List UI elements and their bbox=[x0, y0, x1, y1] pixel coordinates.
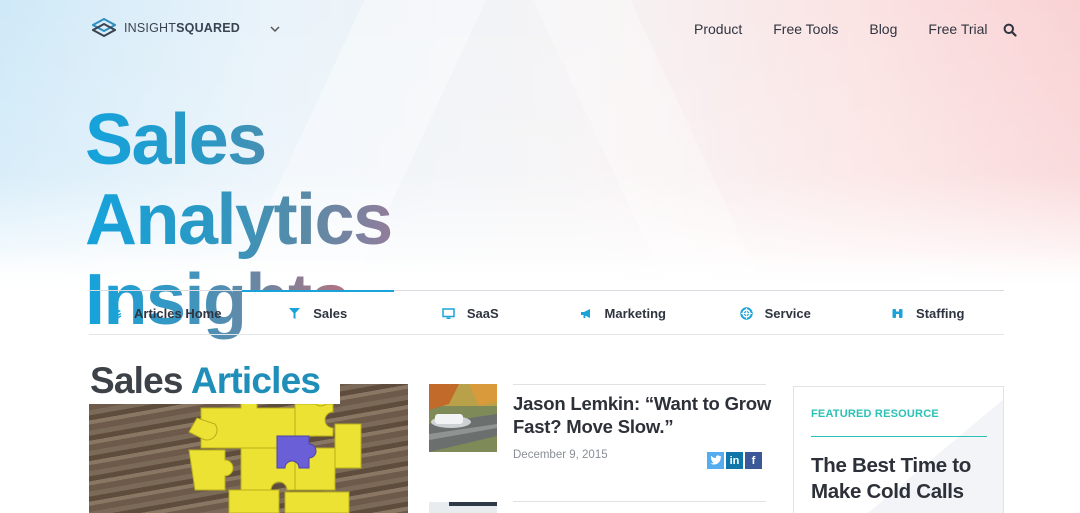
article-thumbnail[interactable] bbox=[429, 384, 497, 452]
tab-articles-home[interactable]: Articles Home bbox=[89, 291, 242, 335]
section-title-part-1: Sales bbox=[90, 360, 184, 401]
tab-label: Marketing bbox=[604, 305, 666, 321]
headline-line-1: Sales Analytics bbox=[85, 100, 575, 260]
article-thumbnail-2[interactable] bbox=[429, 501, 497, 513]
thumbnail-photo-illustration bbox=[429, 502, 497, 513]
section-title: Sales Articles bbox=[89, 358, 341, 404]
tab-label: Articles Home bbox=[134, 305, 222, 321]
chevron-down-icon[interactable] bbox=[268, 22, 282, 36]
tab-marketing[interactable]: Marketing bbox=[547, 291, 700, 335]
monitor-icon bbox=[442, 307, 455, 319]
tab-staffing[interactable]: Staffing bbox=[852, 291, 1005, 335]
tab-saas[interactable]: SaaS bbox=[394, 291, 547, 335]
logo-mark-icon bbox=[92, 18, 116, 38]
funnel-icon bbox=[289, 307, 301, 319]
tab-label: Sales bbox=[313, 305, 348, 321]
twitter-icon[interactable] bbox=[707, 452, 724, 469]
search-icon[interactable] bbox=[1003, 23, 1017, 37]
linkedin-icon[interactable]: in bbox=[726, 452, 743, 469]
featured-resource-divider bbox=[811, 436, 987, 437]
featured-resource-title[interactable]: The Best Time to Make Cold Calls bbox=[811, 453, 996, 505]
featured-resource-label: FEATURED RESOURCE bbox=[811, 408, 939, 420]
layers-icon bbox=[109, 307, 122, 320]
section-title-part-2: Articles bbox=[190, 360, 321, 401]
nav-free-tools[interactable]: Free Tools bbox=[773, 20, 838, 38]
nav-free-trial[interactable]: Free Trial bbox=[928, 20, 987, 38]
logo-text: INSIGHTSQUARED bbox=[124, 21, 241, 35]
binoculars-icon bbox=[892, 308, 903, 318]
article-divider bbox=[513, 384, 766, 385]
twitter-bird-glyph bbox=[710, 455, 721, 465]
megaphone-icon bbox=[580, 308, 590, 318]
share-buttons: in f bbox=[707, 452, 762, 469]
article-date: December 9, 2015 bbox=[513, 449, 608, 461]
tab-label: Staffing bbox=[916, 305, 965, 321]
featured-resource-card[interactable]: FEATURED RESOURCE The Best Time to Make … bbox=[793, 386, 1004, 513]
tab-label: SaaS bbox=[466, 305, 499, 321]
category-tabs: Articles Home Sales SaaS Marketing Servi… bbox=[89, 290, 1004, 335]
nav-product[interactable]: Product bbox=[694, 20, 742, 38]
article-title[interactable]: Jason Lemkin: “Want to Grow Fast? Move S… bbox=[513, 392, 773, 438]
article-divider bbox=[513, 501, 766, 502]
logo[interactable]: INSIGHTSQUARED bbox=[92, 18, 240, 38]
nav-blog[interactable]: Blog bbox=[869, 20, 897, 38]
tab-service[interactable]: Service bbox=[699, 291, 852, 335]
tab-label: Service bbox=[764, 305, 811, 321]
tab-sales[interactable]: Sales bbox=[241, 290, 394, 334]
top-nav: Product Free Tools Blog Free Trial bbox=[694, 20, 1019, 38]
road-photo-illustration bbox=[429, 384, 497, 452]
facebook-icon[interactable]: f bbox=[745, 452, 762, 469]
lifebuoy-icon bbox=[739, 306, 753, 320]
